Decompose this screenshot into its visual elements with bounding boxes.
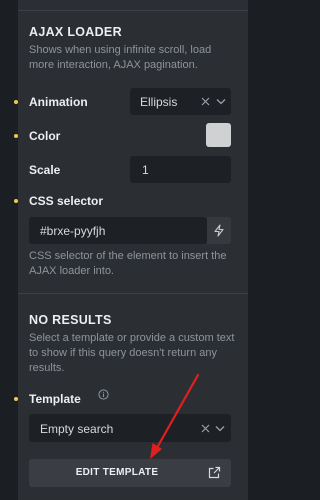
divider [18, 10, 248, 11]
template-label-text: Template [29, 392, 81, 406]
lightning-icon [214, 224, 224, 237]
edit-template-label: EDIT TEMPLATE [75, 467, 159, 478]
animation-label-text: Animation [29, 95, 88, 109]
color-label: Color [14, 129, 61, 143]
modified-indicator [14, 134, 18, 138]
template-value: Empty search [40, 422, 114, 436]
css-selector-label: CSS selector [14, 194, 104, 208]
no-results-title: NO RESULTS [29, 313, 112, 327]
scale-input[interactable]: 1 [130, 156, 231, 183]
divider [18, 293, 248, 294]
css-selector-input[interactable]: #brxe-pyyfjh [29, 217, 207, 244]
edit-template-button[interactable]: EDIT TEMPLATE [29, 459, 231, 487]
scale-value: 1 [142, 163, 149, 177]
dynamic-data-button[interactable] [207, 217, 231, 244]
info-icon[interactable] [98, 389, 109, 400]
external-link-icon[interactable] [208, 466, 221, 479]
modified-indicator [14, 100, 18, 104]
animation-value: Ellipsis [140, 95, 178, 109]
ajax-loader-description: Shows when using infinite scroll, load m… [29, 44, 212, 71]
chevron-down-icon[interactable] [216, 98, 226, 105]
ajax-loader-title: AJAX LOADER [29, 25, 122, 39]
chevron-down-icon[interactable] [215, 425, 225, 432]
animation-select[interactable]: Ellipsis [130, 88, 231, 115]
clear-icon[interactable] [201, 424, 210, 433]
animation-label: Animation [14, 95, 88, 109]
color-label-text: Color [29, 129, 61, 143]
scale-label: Scale [29, 163, 61, 177]
css-selector-label-text: CSS selector [29, 194, 104, 208]
css-selector-value: #brxe-pyyfjh [40, 224, 106, 238]
modified-indicator [14, 397, 18, 401]
template-select[interactable]: Empty search [29, 414, 231, 442]
clear-icon[interactable] [201, 97, 210, 106]
settings-panel: AJAX LOADER Shows when using infinite sc… [14, 0, 248, 500]
modified-indicator [14, 199, 18, 203]
template-label: Template [14, 392, 81, 406]
css-selector-help: CSS selector of the element to insert th… [29, 250, 227, 277]
color-swatch[interactable] [206, 123, 231, 147]
no-results-description: Select a template or provide a custom te… [29, 332, 235, 374]
